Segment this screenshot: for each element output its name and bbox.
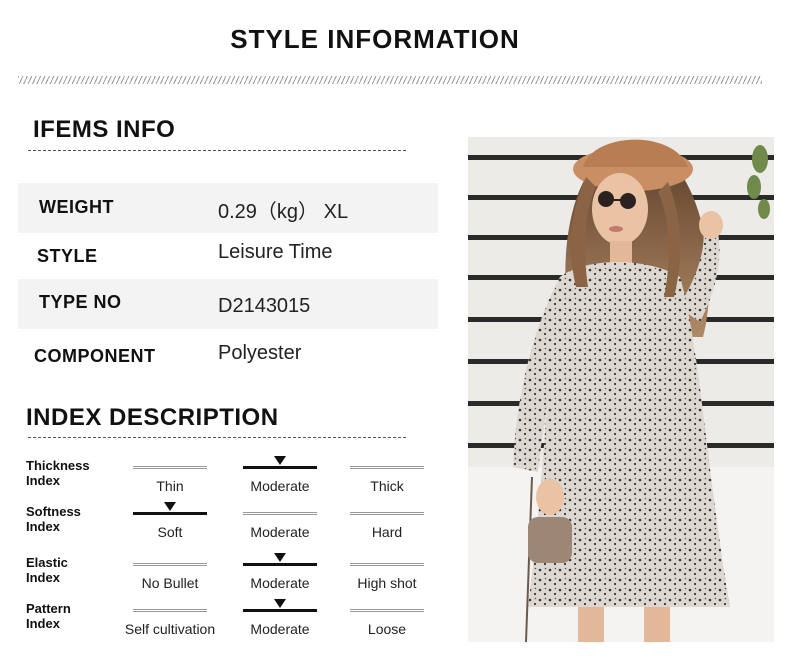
index-option: Moderate [243, 504, 317, 544]
index-description-title: INDEX DESCRIPTION [26, 404, 279, 431]
index-description-divider [28, 437, 406, 438]
index-option-label: Hard [371, 524, 403, 540]
index-row: Thickness Index Thin Moderate Thick [0, 456, 440, 508]
info-row-type-no: TYPE NO D2143015 [18, 279, 438, 329]
index-row-label-line1: Softness [26, 504, 81, 519]
items-info-title: IFEMS INFO [33, 116, 176, 143]
triangle-marker-icon [274, 553, 286, 562]
info-row-style: STYLE Leisure Time [18, 232, 438, 282]
info-row-component: COMPONENT Polyester [18, 331, 438, 381]
index-option: Thick [350, 458, 424, 498]
index-row: Elastic Index No Bullet Moderate High shot [0, 553, 440, 605]
model-in-leopard-print-dress-icon [468, 137, 774, 642]
index-bar-selected [243, 609, 317, 612]
index-bar [350, 512, 424, 515]
index-bar [133, 609, 207, 612]
info-value: 0.29（kg） XL [218, 201, 349, 223]
index-bar [350, 609, 424, 612]
index-row-label: Thickness Index [26, 458, 90, 488]
info-value: D2143015 [218, 295, 311, 317]
info-label: WEIGHT [39, 197, 114, 217]
index-option: Loose [350, 601, 424, 641]
index-option-label: High shot [357, 575, 417, 591]
index-bar [243, 512, 317, 515]
info-row-weight: WEIGHT 0.29（kg） XL [18, 183, 438, 233]
index-option: Moderate [243, 599, 317, 641]
index-bar [133, 563, 207, 566]
index-bar-selected [243, 466, 317, 469]
index-row-label: Softness Index [26, 504, 81, 534]
index-row-label: Pattern Index [26, 601, 71, 631]
index-option: Hard [350, 504, 424, 544]
triangle-marker-icon [274, 456, 286, 465]
index-row-label-line2: Index [26, 519, 60, 534]
index-bar [350, 563, 424, 566]
index-row-label-line1: Thickness [26, 458, 90, 473]
index-option-label: Thick [370, 478, 404, 494]
index-option: Thin [133, 458, 207, 498]
index-option: Self cultivation [125, 601, 215, 641]
index-row-label-line2: Index [26, 473, 60, 488]
product-photo [468, 137, 774, 642]
info-value: Leisure Time [218, 241, 333, 263]
index-option: High shot [350, 555, 424, 595]
index-row-label-line1: Pattern [26, 601, 71, 616]
triangle-marker-icon [274, 599, 286, 608]
index-option-label: Loose [367, 621, 407, 637]
index-option: Moderate [243, 553, 317, 595]
info-value: Polyester [218, 342, 302, 364]
index-bar-selected [133, 512, 207, 515]
index-row-label: Elastic Index [26, 555, 68, 585]
index-bar [133, 466, 207, 469]
index-row-label-line2: Index [26, 616, 60, 631]
index-row-label-line1: Elastic [26, 555, 68, 570]
info-label: COMPONENT [34, 346, 156, 366]
index-row: Softness Index Soft Moderate Hard [0, 502, 440, 554]
index-row-label-line2: Index [26, 570, 60, 585]
page-title: STYLE INFORMATION [230, 24, 520, 54]
index-option: Soft [133, 502, 207, 544]
index-option: Moderate [243, 456, 317, 498]
index-row: Pattern Index Self cultivation Moderate Loos… [0, 599, 440, 651]
index-bar-selected [243, 563, 317, 566]
index-option: No Bullet [133, 555, 207, 595]
triangle-marker-icon [164, 502, 176, 511]
info-label: STYLE [37, 246, 98, 266]
title-divider [18, 76, 762, 84]
index-bar [350, 466, 424, 469]
info-label: TYPE NO [39, 292, 122, 312]
items-info-divider [28, 150, 406, 151]
